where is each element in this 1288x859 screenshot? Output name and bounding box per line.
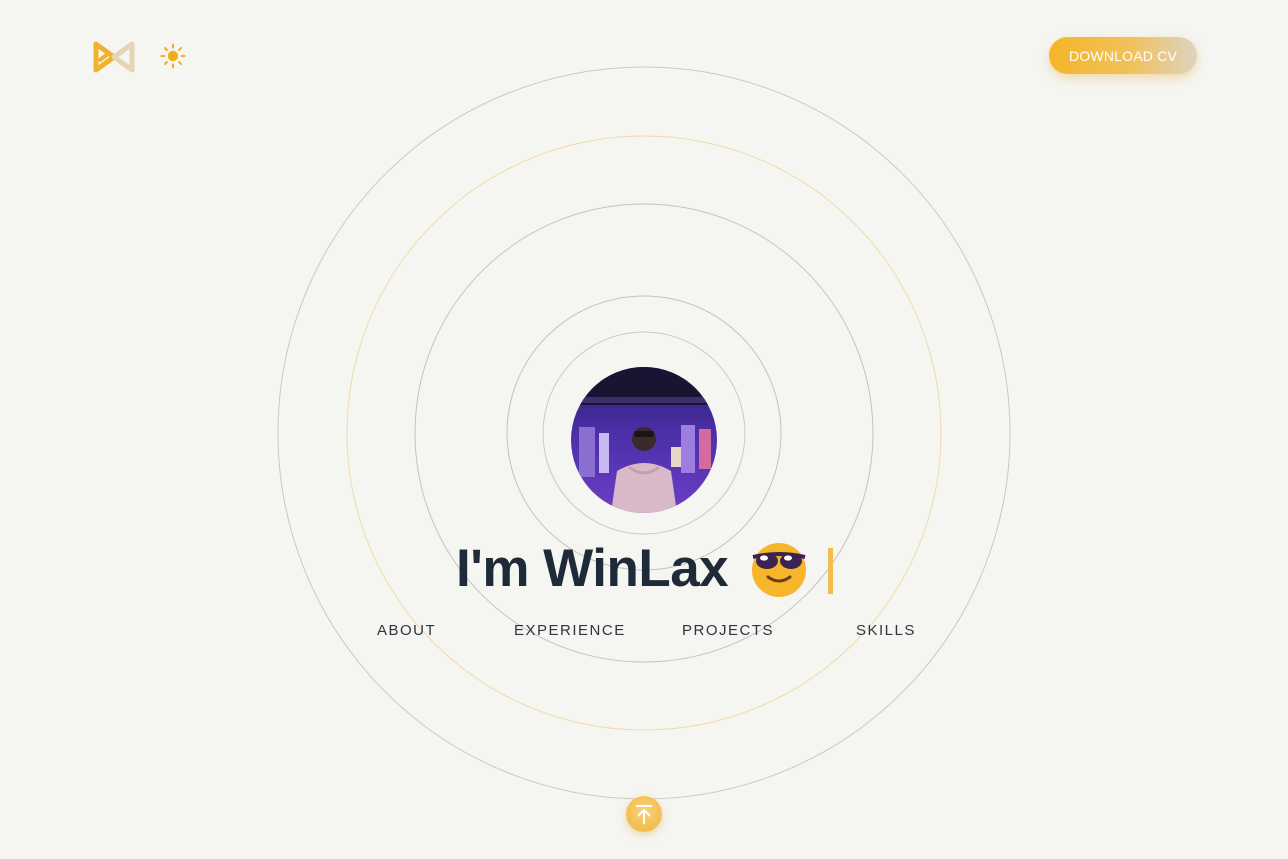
nav-item-about[interactable]: ABOUT bbox=[377, 622, 436, 639]
download-cv-button[interactable]: DOWNLOAD CV bbox=[1049, 37, 1197, 74]
avatar bbox=[571, 367, 717, 513]
sunglasses-emoji-icon bbox=[748, 537, 810, 599]
scroll-to-top-button[interactable] bbox=[626, 796, 662, 832]
sun-icon[interactable] bbox=[160, 43, 186, 69]
nav-item-skills[interactable]: SKILLS bbox=[856, 622, 916, 639]
typing-cursor bbox=[828, 548, 834, 594]
headline-text: I'm WinLax bbox=[456, 538, 729, 598]
logo-icon[interactable] bbox=[90, 38, 138, 76]
nav-item-projects[interactable]: PROJECTS bbox=[682, 622, 774, 639]
nav-item-experience[interactable]: EXPERIENCE bbox=[514, 622, 626, 639]
hero-headline: I'm WinLax bbox=[456, 537, 834, 599]
arrow-up-to-line-icon bbox=[636, 805, 652, 824]
